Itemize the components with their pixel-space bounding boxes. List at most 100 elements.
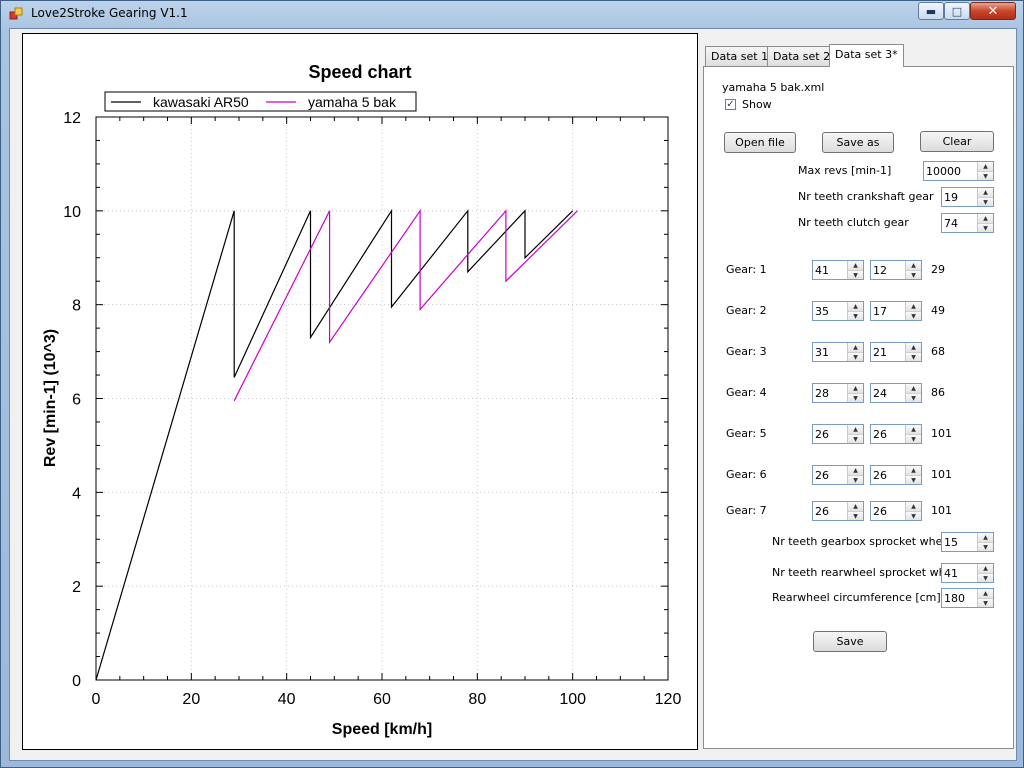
down-arrow-icon[interactable]: ▼ [906, 270, 921, 279]
tab-data-set-2[interactable]: Data set 2 [767, 46, 837, 66]
title-bar[interactable]: Love2Stroke Gearing V1.1 ▬ □ ✕ [1, 1, 1023, 27]
up-arrow-icon[interactable]: ▲ [978, 214, 993, 223]
gear-primary-input[interactable] [815, 304, 847, 318]
down-arrow-icon[interactable]: ▼ [848, 270, 863, 279]
up-arrow-icon[interactable]: ▲ [848, 261, 863, 270]
down-arrow-icon[interactable]: ▼ [848, 475, 863, 484]
gear-secondary-stepper[interactable]: ▲▼ [870, 465, 922, 485]
up-arrow-icon[interactable]: ▲ [848, 302, 863, 311]
gear-primary-input[interactable] [815, 427, 847, 441]
up-arrow-icon[interactable]: ▲ [848, 384, 863, 393]
down-arrow-icon[interactable]: ▼ [978, 542, 993, 551]
gear-secondary-input[interactable] [873, 263, 905, 277]
gear-primary-input[interactable] [815, 504, 847, 518]
down-arrow-icon[interactable]: ▼ [906, 511, 921, 520]
up-arrow-icon[interactable]: ▲ [978, 564, 993, 573]
up-arrow-icon[interactable]: ▲ [906, 343, 921, 352]
gear-secondary-stepper[interactable]: ▲▼ [870, 383, 922, 403]
up-arrow-icon[interactable]: ▲ [906, 502, 921, 511]
gear-primary-stepper[interactable]: ▲▼ [812, 301, 864, 321]
gear-secondary-input[interactable] [873, 427, 905, 441]
save-button[interactable]: Save [813, 631, 887, 652]
maximize-button[interactable]: □ [944, 2, 970, 20]
gear-primary-input[interactable] [815, 386, 847, 400]
up-arrow-icon[interactable]: ▲ [848, 502, 863, 511]
gear-primary-stepper[interactable]: ▲▼ [812, 383, 864, 403]
up-arrow-icon[interactable]: ▲ [848, 425, 863, 434]
down-arrow-icon[interactable]: ▼ [978, 197, 993, 206]
x-tick-label: 120 [655, 691, 682, 708]
down-arrow-icon[interactable]: ▼ [906, 352, 921, 361]
down-arrow-icon[interactable]: ▼ [906, 311, 921, 320]
show-checkbox[interactable]: ✓ [725, 99, 736, 110]
up-arrow-icon[interactable]: ▲ [848, 343, 863, 352]
down-arrow-icon[interactable]: ▼ [978, 171, 993, 180]
gear-primary-stepper[interactable]: ▲▼ [812, 424, 864, 444]
up-arrow-icon[interactable]: ▲ [978, 188, 993, 197]
gearbox-sprocket-input[interactable] [944, 535, 976, 549]
y-tick-label: 2 [72, 579, 81, 596]
series-line [95, 208, 574, 681]
up-arrow-icon[interactable]: ▲ [906, 466, 921, 475]
down-arrow-icon[interactable]: ▼ [978, 573, 993, 582]
clear-button[interactable]: Clear [920, 131, 994, 152]
gear-primary-stepper[interactable]: ▲▼ [812, 465, 864, 485]
y-tick-label: 8 [72, 298, 81, 315]
gear-secondary-input[interactable] [873, 304, 905, 318]
gear-primary-stepper[interactable]: ▲▼ [812, 501, 864, 521]
minimize-icon: ▬ [925, 4, 937, 18]
up-arrow-icon[interactable]: ▲ [978, 589, 993, 598]
max-revs-stepper[interactable]: ▲▼ [923, 161, 994, 181]
down-arrow-icon[interactable]: ▼ [848, 393, 863, 402]
down-arrow-icon[interactable]: ▼ [906, 393, 921, 402]
down-arrow-icon[interactable]: ▼ [848, 311, 863, 320]
gear-secondary-stepper[interactable]: ▲▼ [870, 424, 922, 444]
up-arrow-icon[interactable]: ▲ [906, 302, 921, 311]
max-revs-input[interactable] [926, 164, 976, 178]
up-arrow-icon[interactable]: ▲ [978, 162, 993, 171]
circumference-stepper[interactable]: ▲▼ [941, 588, 994, 608]
down-arrow-icon[interactable]: ▼ [978, 598, 993, 607]
up-arrow-icon[interactable]: ▲ [906, 425, 921, 434]
rear-sprocket-stepper[interactable]: ▲▼ [941, 563, 994, 583]
clutch-teeth-input[interactable] [944, 216, 976, 230]
down-arrow-icon[interactable]: ▼ [978, 223, 993, 232]
save-as-button[interactable]: Save as [822, 132, 894, 153]
gear-secondary-input[interactable] [873, 386, 905, 400]
gear-primary-stepper[interactable]: ▲▼ [812, 342, 864, 362]
tab-data-set-3[interactable]: Data set 3* [829, 44, 904, 67]
down-arrow-icon[interactable]: ▼ [906, 434, 921, 443]
gear-secondary-input[interactable] [873, 468, 905, 482]
gear-secondary-stepper[interactable]: ▲▼ [870, 501, 922, 521]
open-file-button[interactable]: Open file [724, 132, 796, 153]
down-arrow-icon[interactable]: ▼ [848, 434, 863, 443]
gear-secondary-input[interactable] [873, 504, 905, 518]
gear-secondary-stepper[interactable]: ▲▼ [870, 342, 922, 362]
up-arrow-icon[interactable]: ▲ [848, 466, 863, 475]
up-arrow-icon[interactable]: ▲ [978, 533, 993, 542]
crankshaft-teeth-stepper[interactable]: ▲▼ [941, 187, 994, 207]
down-arrow-icon[interactable]: ▼ [848, 511, 863, 520]
circumference-input[interactable] [944, 591, 976, 605]
down-arrow-icon[interactable]: ▼ [848, 352, 863, 361]
minimize-button[interactable]: ▬ [918, 2, 944, 20]
gear-primary-input[interactable] [815, 345, 847, 359]
gear-primary-stepper[interactable]: ▲▼ [812, 260, 864, 280]
gear-primary-input[interactable] [815, 468, 847, 482]
gear-secondary-stepper[interactable]: ▲▼ [870, 301, 922, 321]
rear-sprocket-input[interactable] [944, 566, 976, 580]
x-tick-label: 0 [92, 691, 101, 708]
tab-data-set-1[interactable]: Data set 1 [705, 46, 775, 66]
gear-secondary-stepper[interactable]: ▲▼ [870, 260, 922, 280]
gearbox-sprocket-stepper[interactable]: ▲▼ [941, 532, 994, 552]
close-button[interactable]: ✕ [970, 2, 1016, 20]
crankshaft-teeth-input[interactable] [944, 190, 976, 204]
window-title: Love2Stroke Gearing V1.1 [31, 6, 188, 20]
up-arrow-icon[interactable]: ▲ [906, 384, 921, 393]
gear-primary-input[interactable] [815, 263, 847, 277]
down-arrow-icon[interactable]: ▼ [906, 475, 921, 484]
up-arrow-icon[interactable]: ▲ [906, 261, 921, 270]
gear-secondary-input[interactable] [873, 345, 905, 359]
clutch-teeth-stepper[interactable]: ▲▼ [941, 213, 994, 233]
clutch-teeth-label: Nr teeth clutch gear [798, 216, 909, 229]
